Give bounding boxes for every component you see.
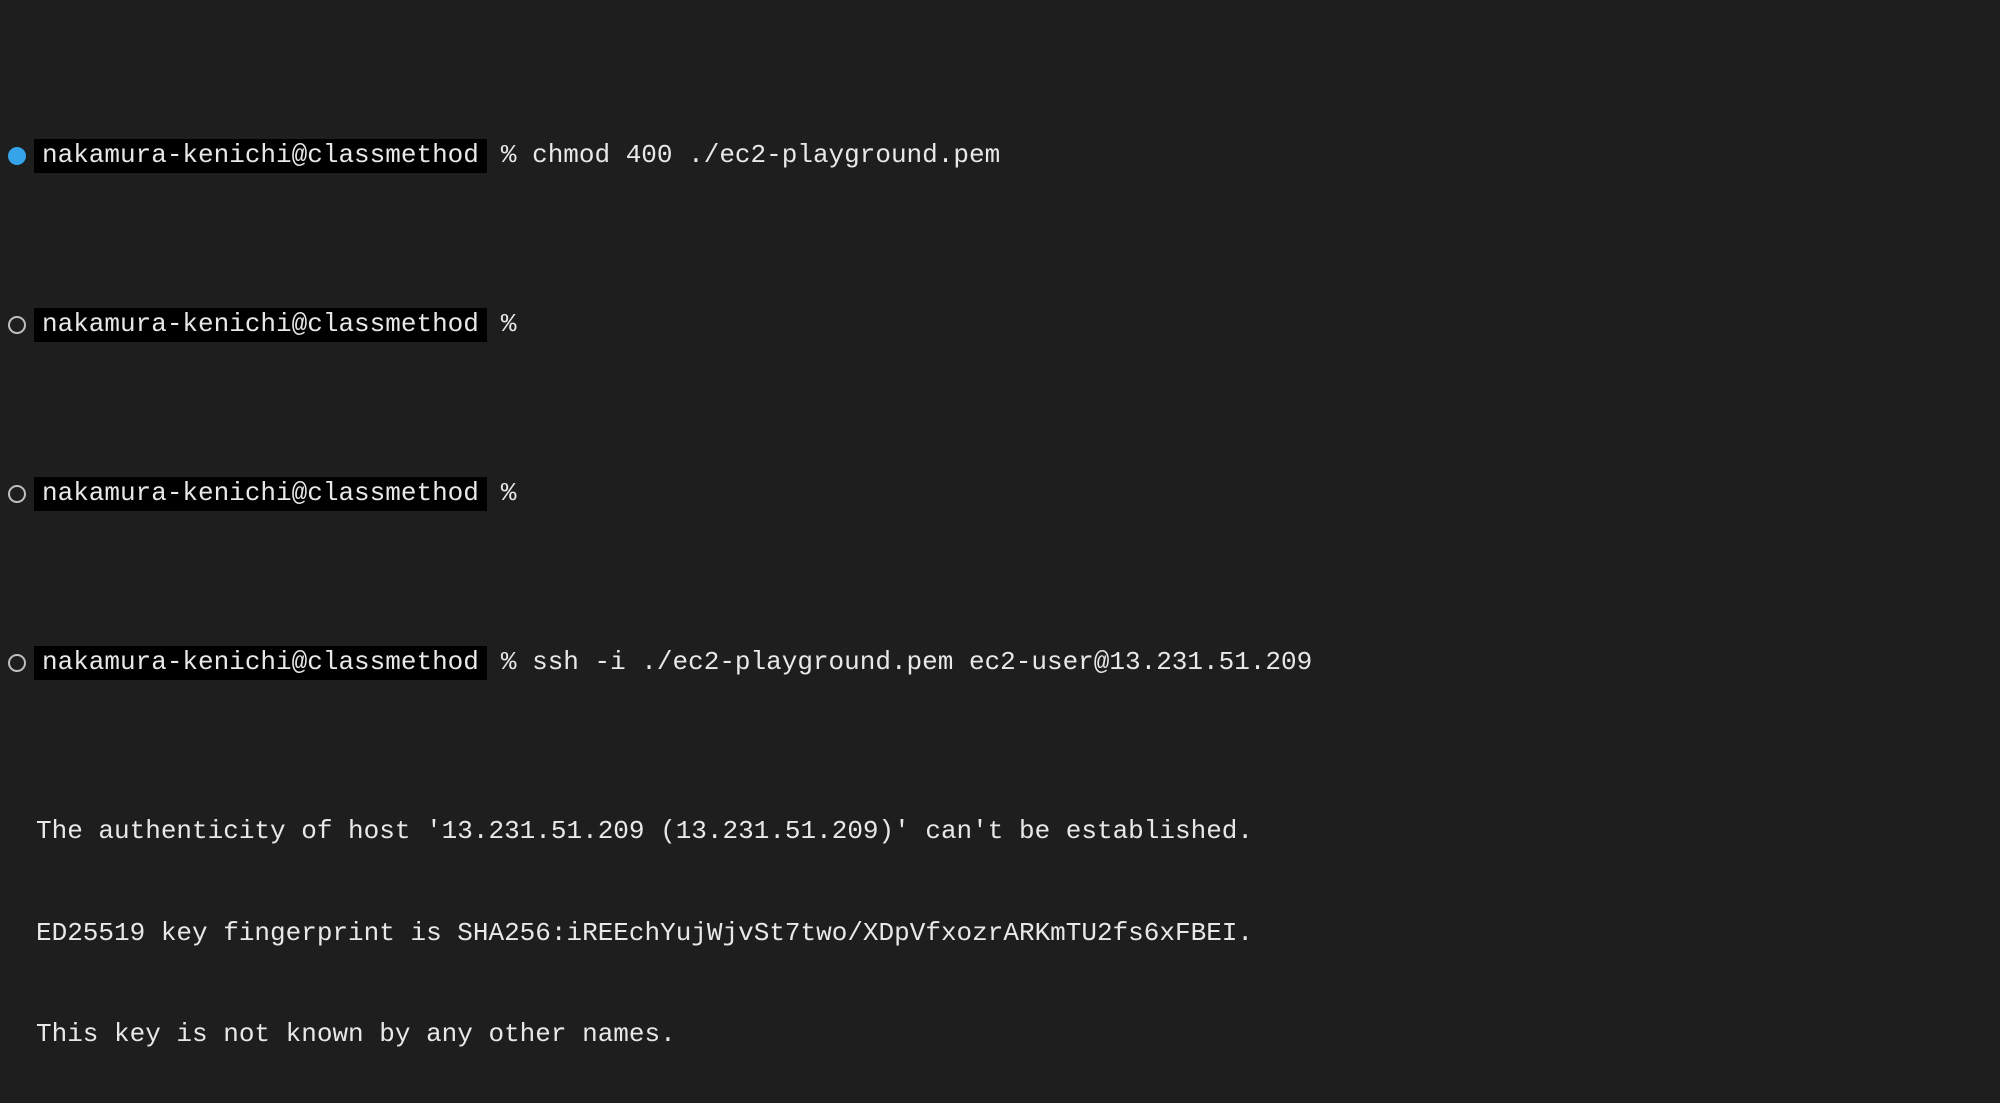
prompt-row-1: nakamura-kenichi@classmethod % chmod 400… bbox=[0, 139, 2000, 173]
prompt-symbol: % bbox=[501, 646, 517, 680]
prompt-symbol: % bbox=[501, 139, 517, 173]
word-wrap-marker bbox=[0, 485, 34, 503]
ssh-auth-line-3: This key is not known by any other names… bbox=[0, 1018, 2000, 1052]
terminal-output[interactable]: nakamura-kenichi@classmethod % chmod 400… bbox=[0, 0, 2000, 1103]
prompt-row-2: nakamura-kenichi@classmethod % bbox=[0, 308, 2000, 342]
ssh-auth-line-2: ED25519 key fingerprint is SHA256:iREEch… bbox=[0, 917, 2000, 951]
word-wrap-marker bbox=[0, 316, 34, 334]
word-wrap-marker-filled bbox=[0, 147, 34, 165]
prompt-space bbox=[516, 139, 532, 173]
local-user-host: nakamura-kenichi@classmethod bbox=[34, 646, 487, 680]
prompt-row-3: nakamura-kenichi@classmethod % bbox=[0, 477, 2000, 511]
command-1: chmod 400 ./ec2-playground.pem bbox=[532, 139, 1000, 173]
prompt-row-4: nakamura-kenichi@classmethod % ssh -i ./… bbox=[0, 646, 2000, 680]
ssh-auth-line-1: The authenticity of host '13.231.51.209 … bbox=[0, 815, 2000, 849]
word-wrap-marker bbox=[0, 654, 34, 672]
prompt-symbol: % bbox=[501, 308, 517, 342]
local-user-host: nakamura-kenichi@classmethod bbox=[34, 477, 487, 511]
command-4: ssh -i ./ec2-playground.pem ec2-user@13.… bbox=[532, 646, 1312, 680]
local-user-host: nakamura-kenichi@classmethod bbox=[34, 139, 487, 173]
local-user-host: nakamura-kenichi@classmethod bbox=[34, 308, 487, 342]
prompt-space bbox=[516, 646, 532, 680]
prompt-symbol: % bbox=[501, 477, 517, 511]
